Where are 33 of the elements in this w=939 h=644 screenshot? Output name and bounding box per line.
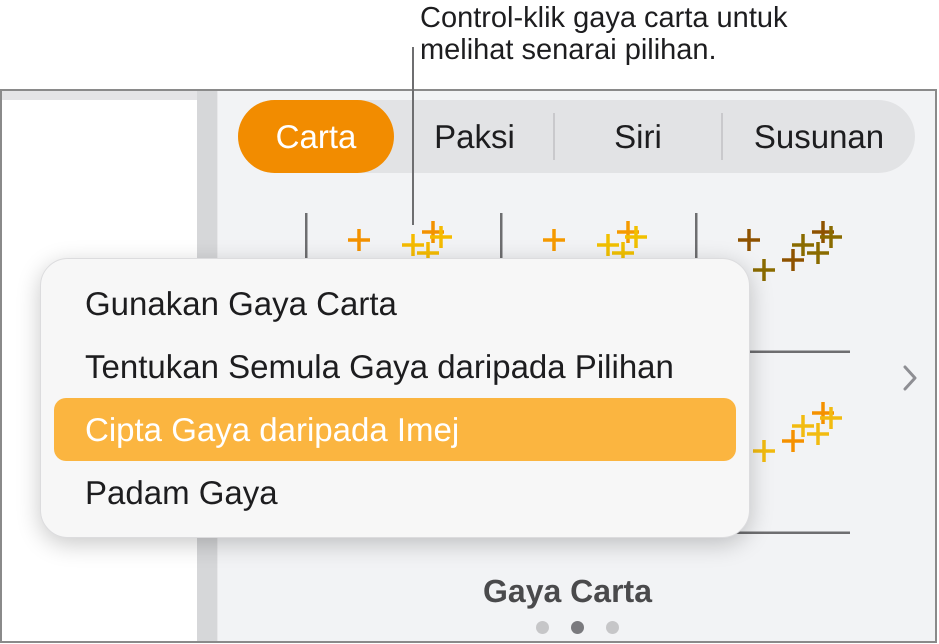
plus-marker xyxy=(400,232,426,258)
plus-marker xyxy=(790,413,816,439)
plus-marker xyxy=(541,227,567,253)
y-axis-line xyxy=(305,213,308,259)
plus-marker xyxy=(751,438,777,464)
plus-marker xyxy=(780,247,806,273)
plus-marker xyxy=(736,227,762,253)
plus-marker xyxy=(615,219,641,245)
y-axis-line xyxy=(500,213,502,259)
plus-marker xyxy=(818,224,844,250)
plus-marker xyxy=(595,232,621,258)
plus-marker xyxy=(805,421,831,447)
tab[interactable]: Siri xyxy=(555,100,721,173)
y-axis-line xyxy=(695,213,698,259)
callout-text: Control-klik gaya carta untuk melihat senarai pilihan. xyxy=(420,2,788,66)
plus-marker xyxy=(623,224,649,250)
plus-marker xyxy=(810,400,836,426)
menu-item[interactable]: Tentukan Semula Gaya daripada Pilihan xyxy=(54,335,736,398)
tab[interactable]: Paksi xyxy=(396,100,553,173)
plus-marker xyxy=(751,257,777,283)
plus-marker xyxy=(805,240,831,266)
plus-marker xyxy=(818,405,844,431)
chevron-right-icon[interactable] xyxy=(903,364,917,390)
plus-marker xyxy=(790,232,816,258)
gallery-title: Gaya Carta xyxy=(483,573,652,609)
menu-item[interactable]: Padam Gaya xyxy=(54,461,736,524)
plus-marker xyxy=(780,428,806,454)
plus-marker xyxy=(428,224,454,250)
plus-marker xyxy=(346,227,372,253)
plus-marker xyxy=(810,219,836,245)
plus-marker xyxy=(420,219,446,245)
menu-item[interactable]: Gunakan Gaya Carta xyxy=(54,272,736,335)
tab[interactable]: Susunan xyxy=(723,100,915,173)
